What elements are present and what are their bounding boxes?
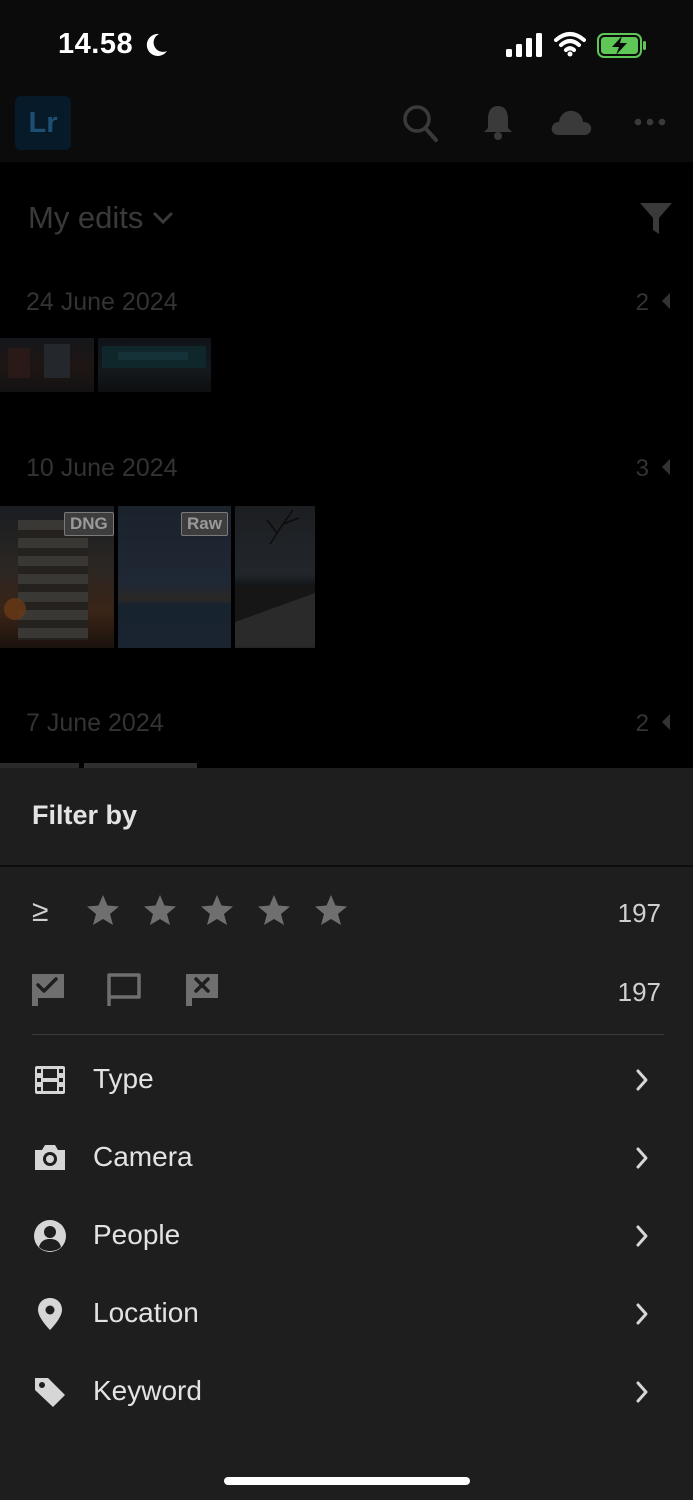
filter-funnel-icon[interactable] [638, 200, 674, 236]
rating-operator-toggle[interactable]: ≥ [32, 895, 48, 929]
filter-item-label: Location [93, 1297, 199, 1328]
raw-badge: Raw [181, 512, 228, 536]
filter-item-type[interactable]: Type [0, 1046, 693, 1116]
date-header: 10 June 2024 [26, 454, 178, 482]
battery-charging-icon [597, 33, 646, 58]
chevron-right-icon [636, 1147, 648, 1169]
camera-icon [35, 1145, 65, 1170]
filter-item-camera[interactable]: Camera [0, 1124, 693, 1194]
collapse-arrow-icon[interactable] [661, 458, 671, 476]
date-header: 24 June 2024 [26, 288, 178, 316]
status-time: 14.58 [58, 28, 134, 60]
album-title: My edits [28, 200, 144, 235]
cloud-sync-icon[interactable] [549, 107, 593, 137]
photo-thumbnail[interactable] [235, 506, 315, 648]
sheet-title: Filter by [32, 800, 138, 830]
more-options-icon[interactable] [634, 117, 666, 127]
flag-rejected-icon[interactable] [184, 972, 220, 1008]
filter-item-label: Keyword [93, 1375, 202, 1406]
collapse-arrow-icon[interactable] [661, 292, 671, 310]
chevron-right-icon [636, 1381, 648, 1403]
chevron-right-icon [636, 1225, 648, 1247]
flag-count: 197 [617, 977, 661, 1007]
filter-item-label: Type [93, 1063, 154, 1094]
rating-count: 197 [617, 898, 661, 928]
photo-thumbnail[interactable]: DNG [0, 506, 114, 648]
home-indicator[interactable] [224, 1477, 470, 1485]
notification-bell-icon[interactable] [482, 103, 514, 141]
collapse-arrow-icon[interactable] [661, 713, 671, 731]
group-count: 2 [635, 289, 649, 316]
group-count: 3 [635, 455, 649, 482]
date-header: 7 June 2024 [26, 709, 164, 737]
person-icon [34, 1220, 66, 1252]
flag-unflagged-icon[interactable] [106, 972, 142, 1008]
star-icon[interactable] [86, 894, 120, 926]
chevron-right-icon [636, 1303, 648, 1325]
sheet-header-divider [0, 865, 693, 867]
dng-badge: DNG [64, 512, 114, 536]
album-title-dropdown[interactable]: My edits [28, 200, 173, 236]
lightroom-logo[interactable]: Lr [15, 96, 71, 150]
filter-item-keyword[interactable]: Keyword [0, 1358, 693, 1428]
film-icon [35, 1066, 65, 1094]
flag-picked-icon[interactable] [30, 972, 66, 1008]
filter-item-label: Camera [93, 1141, 193, 1172]
cellular-signal-icon [506, 33, 542, 57]
tag-icon [35, 1378, 65, 1407]
star-icon[interactable] [257, 894, 291, 926]
star-icon[interactable] [143, 894, 177, 926]
chevron-right-icon [636, 1069, 648, 1091]
divider [32, 1034, 664, 1035]
photo-thumbnail[interactable] [98, 338, 211, 392]
search-icon[interactable] [401, 103, 439, 143]
photo-thumbnail[interactable]: Raw [118, 506, 231, 648]
group-count: 2 [635, 710, 649, 737]
chevron-down-icon [153, 212, 173, 225]
star-icon[interactable] [314, 894, 348, 926]
moon-icon [146, 33, 167, 56]
filter-item-location[interactable]: Location [0, 1280, 693, 1350]
tree-branch-graphic [266, 509, 300, 545]
wifi-icon [554, 32, 586, 57]
photo-thumbnail[interactable] [0, 338, 94, 392]
filter-item-label: People [93, 1219, 181, 1250]
filter-item-people[interactable]: People [0, 1202, 693, 1272]
star-icon[interactable] [200, 894, 234, 926]
location-pin-icon [38, 1298, 62, 1330]
